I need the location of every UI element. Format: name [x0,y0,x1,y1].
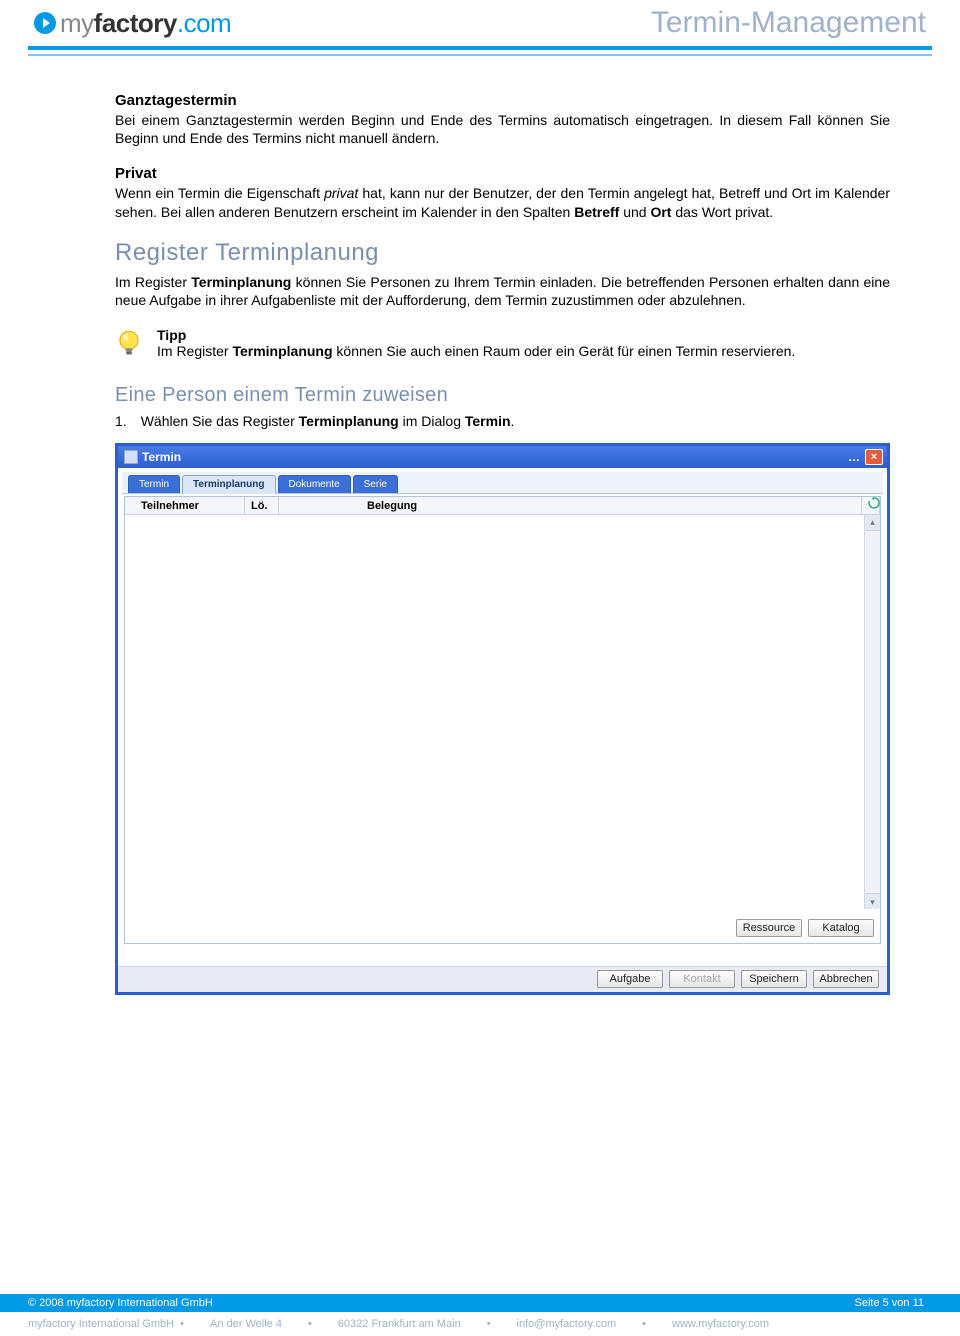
col-loeschen: Lö. [245,497,279,515]
page-title: Termin-Management [651,6,926,40]
dialog-titlebar: Termin … × [118,446,887,468]
footer-address-street: An der Welle 4 [210,1318,282,1330]
step-text: Wählen Sie das Register Terminplanung im… [141,413,515,429]
footer-email: info@myfactory.com [517,1318,617,1330]
vertical-scrollbar[interactable]: ▴ ▾ [864,515,880,909]
page-header: myfactory.com Termin-Management [0,0,960,42]
tab-termin[interactable]: Termin [128,475,180,493]
tip-title: Tipp [157,327,890,343]
footer-contact: myfactory International GmbH • An der We… [0,1312,960,1336]
page-number: Seite 5 von 11 [854,1297,924,1309]
footer-web: www.myfactory.com [672,1318,769,1330]
scroll-down-icon[interactable]: ▾ [865,893,880,909]
button-row-lower: Aufgabe Kontakt Speichern Abbrechen [597,970,879,988]
tab-serie[interactable]: Serie [353,475,398,493]
kontakt-button: Kontakt [669,970,735,988]
header-divider [0,46,960,56]
text-register-terminplanung: Im Register Terminplanung können Sie Per… [115,273,890,309]
tab-dokumente[interactable]: Dokumente [278,475,351,493]
window-icon [124,450,138,464]
ressource-button[interactable]: Ressource [736,919,802,937]
footer-bar: © 2008 myfactory International GmbH Seit… [0,1294,960,1312]
table-header: Teilnehmer Lö. Belegung [125,497,880,515]
button-row-upper: Ressource Katalog [736,919,874,937]
ellipsis-icon[interactable]: … [848,450,861,464]
dialog-title: Termin [142,450,848,464]
heading-privat: Privat [115,165,890,182]
page-footer: © 2008 myfactory International GmbH Seit… [0,1294,960,1336]
tip-text: Im Register Terminplanung können Sie auc… [157,343,890,359]
abbrechen-button[interactable]: Abbrechen [813,970,879,988]
footer-company: myfactory International GmbH [28,1318,174,1330]
copyright: © 2008 myfactory International GmbH [28,1297,213,1309]
participant-table: Teilnehmer Lö. Belegung ▴ ▾ Ressource Ka… [124,496,881,944]
step-number: 1. [115,413,127,429]
main-content: Ganztagestermin Bei einem Ganztagestermi… [0,56,960,1015]
speichern-button[interactable]: Speichern [741,970,807,988]
heading-ganztagestermin: Ganztagestermin [115,92,890,109]
dialog-footer: Aufgabe Kontakt Speichern Abbrechen [118,966,887,992]
heading-person-zuweisen: Eine Person einem Termin zuweisen [115,384,890,407]
col-belegung: Belegung [361,497,862,515]
lightbulb-icon [115,329,145,366]
col-teilnehmer: Teilnehmer [135,497,245,515]
refresh-icon[interactable] [862,497,880,515]
table-body [125,515,864,909]
text-privat: Wenn ein Termin die Eigenschaft privat h… [115,184,890,220]
dialog-tabs: Termin Terminplanung Dokumente Serie [122,472,883,494]
step-1: 1. Wählen Sie das Register Terminplanung… [115,413,890,429]
logo: myfactory.com [34,8,231,39]
logo-text: myfactory.com [60,8,231,39]
heading-register-terminplanung: Register Terminplanung [115,239,890,267]
tip-box: Tipp Im Register Terminplanung können Si… [115,327,890,366]
aufgabe-button[interactable]: Aufgabe [597,970,663,988]
dialog-termin-screenshot: Termin … × Termin Terminplanung Dokument… [115,443,890,995]
tab-terminplanung[interactable]: Terminplanung [182,475,275,494]
text-ganztagestermin: Bei einem Ganztagestermin werden Beginn … [115,111,890,147]
scroll-up-icon[interactable]: ▴ [865,515,880,531]
katalog-button[interactable]: Katalog [808,919,874,937]
footer-address-city: 60322 Frankfurt am Main [338,1318,461,1330]
close-icon[interactable]: × [865,449,883,465]
play-circle-icon [34,12,56,34]
